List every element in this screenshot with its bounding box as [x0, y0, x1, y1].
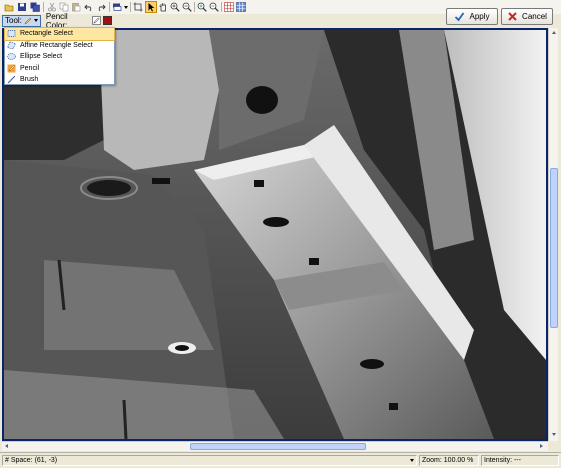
menu-item-affine-rectangle-select[interactable]: Affine Rectangle Select [5, 40, 114, 52]
save-all-icon[interactable] [30, 2, 40, 12]
grid-fill-icon[interactable] [236, 2, 246, 12]
menu-item-rectangle-select[interactable]: Rectangle Select [4, 27, 115, 41]
rectangle-select-icon [7, 30, 16, 38]
apply-label: Apply [469, 12, 490, 21]
tool-bar: Tool: Pencil Color: [2, 12, 112, 30]
cancel-button[interactable]: Cancel [501, 8, 553, 25]
intensity-status-text: Intensity: --- [484, 457, 521, 464]
chevron-down-icon[interactable] [410, 459, 414, 462]
pencil-color-swatch[interactable] [103, 16, 112, 25]
layer-icon[interactable] [112, 2, 122, 12]
menu-item-label: Pencil [20, 64, 40, 72]
vertical-scroll-thumb[interactable] [550, 168, 558, 328]
menu-item-label: Affine Rectangle Select [20, 41, 93, 49]
scroll-right-icon[interactable] [540, 444, 543, 448]
zoom-fit-out-icon[interactable] [209, 2, 219, 12]
vehicle-underbody-image [4, 30, 546, 439]
menu-item-label: Rectangle Select [20, 30, 73, 38]
ellipse-select-icon [7, 53, 16, 61]
hand-icon[interactable] [158, 2, 168, 12]
chevron-down-icon [33, 19, 38, 22]
close-icon [508, 12, 517, 21]
menu-item-pencil[interactable]: Pencil [5, 63, 114, 75]
tool-dropdown[interactable]: Tool: [2, 14, 41, 27]
intensity-status: Intensity: --- [481, 455, 559, 466]
menu-item-label: Ellipse Select [20, 53, 63, 61]
scroll-up-icon[interactable] [552, 31, 556, 34]
zoom-in-icon[interactable] [170, 2, 180, 12]
checkmark-icon [455, 12, 465, 22]
grid-icon[interactable] [224, 2, 234, 12]
pointer-icon[interactable] [145, 1, 157, 13]
redo-icon[interactable] [96, 2, 106, 12]
zoom-status-text: Zoom: 100.00 % [422, 457, 474, 464]
undo-icon[interactable] [84, 2, 94, 12]
horizontal-scrollbar[interactable] [2, 441, 548, 451]
menu-item-label: Brush [20, 76, 39, 84]
zoom-fit-in-icon[interactable] [197, 2, 207, 12]
tool-menu: Rectangle Select Affine Rectangle Select… [4, 27, 115, 85]
affine-rectangle-icon [7, 41, 16, 50]
cut-icon[interactable] [47, 2, 57, 12]
brush-icon [7, 75, 16, 84]
image-canvas[interactable] [2, 28, 548, 441]
pencil-icon [7, 64, 16, 73]
horizontal-scroll-thumb[interactable] [190, 443, 366, 450]
space-coordinates-text: # Space: (61, -3) [5, 457, 58, 464]
tool-label: Tool: [5, 16, 22, 25]
open-icon[interactable] [4, 2, 14, 12]
zoom-status: Zoom: 100.00 % [419, 455, 479, 466]
scroll-left-icon[interactable] [5, 444, 8, 448]
zoom-out-icon[interactable] [182, 2, 192, 12]
pencil-icon [24, 17, 32, 25]
status-bar: # Space: (61, -3) Zoom: 100.00 % Intensi… [0, 452, 561, 468]
vertical-scrollbar[interactable] [548, 28, 558, 441]
pencil-color-icon [92, 16, 102, 25]
menu-item-ellipse-select[interactable]: Ellipse Select [5, 51, 114, 63]
menu-item-brush[interactable]: Brush [5, 74, 114, 86]
crop-icon[interactable] [133, 2, 143, 12]
apply-button[interactable]: Apply [446, 8, 498, 25]
copy-icon[interactable] [59, 2, 69, 12]
cancel-label: Cancel [522, 12, 547, 21]
scroll-down-icon[interactable] [552, 433, 556, 436]
save-icon[interactable] [17, 2, 27, 12]
paste-icon[interactable] [71, 2, 81, 12]
space-coordinates: # Space: (61, -3) [2, 455, 417, 466]
